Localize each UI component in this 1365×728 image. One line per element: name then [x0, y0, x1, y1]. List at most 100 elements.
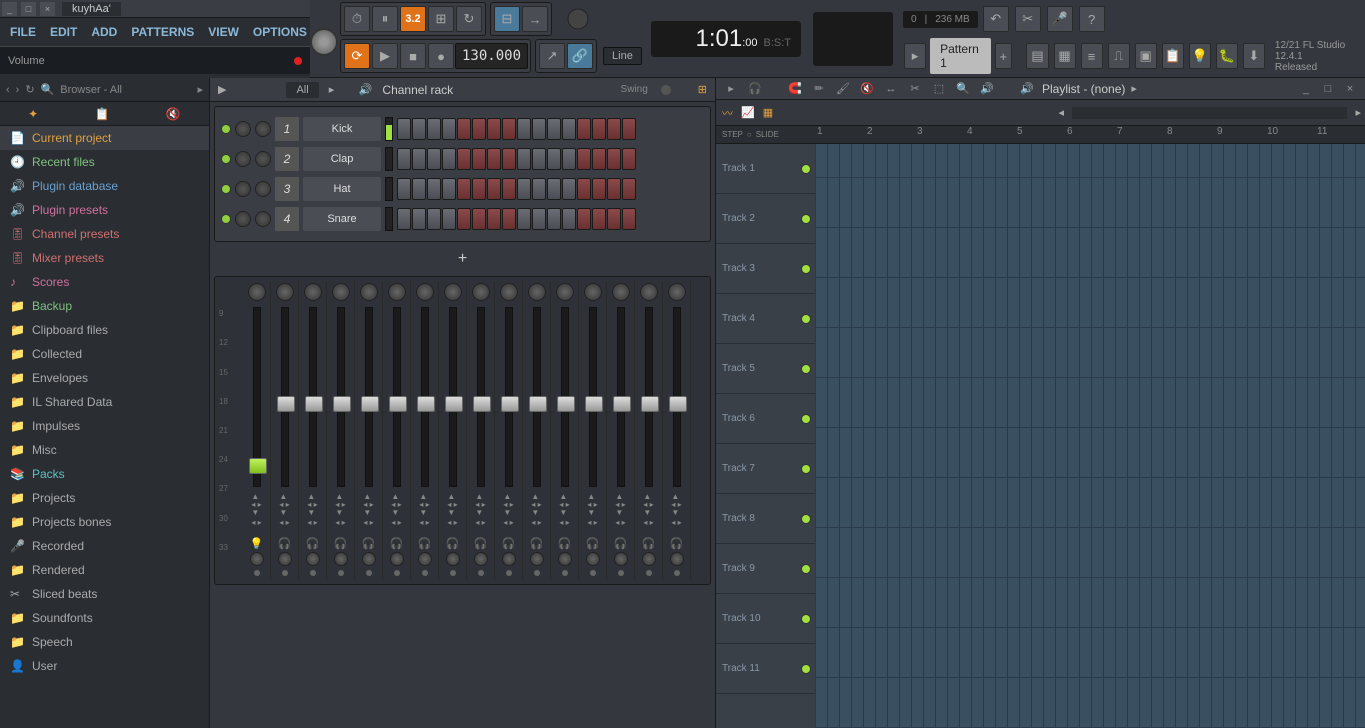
send-knob[interactable] — [558, 552, 572, 566]
master-volume[interactable] — [310, 0, 338, 60]
channel-light[interactable] — [221, 154, 231, 164]
countdown-icon[interactable]: 3.2 — [400, 6, 426, 32]
slice-icon[interactable]: ✂ — [906, 80, 924, 98]
help-icon[interactable]: ? — [1079, 6, 1105, 32]
sidebar-item-user[interactable]: 👤User — [0, 654, 209, 678]
mute-icon[interactable]: 🔇 — [166, 107, 181, 121]
sidebar-item-collected[interactable]: 📁Collected — [0, 342, 209, 366]
channel-name[interactable]: Clap — [303, 147, 381, 171]
collapse-icon[interactable]: ✦ — [28, 107, 38, 121]
idea-icon[interactable]: 💡 — [1189, 43, 1211, 69]
link-dot[interactable] — [310, 570, 316, 576]
step-button[interactable] — [562, 148, 576, 170]
step-button[interactable] — [517, 208, 531, 230]
pattern-icon[interactable]: ▦ — [761, 106, 775, 119]
mixer-knob[interactable] — [444, 283, 462, 301]
solo-icon[interactable]: 💡 — [250, 537, 264, 550]
sidebar-item-scores[interactable]: ♪Scores — [0, 270, 209, 294]
channel-light[interactable] — [221, 184, 231, 194]
speaker-icon[interactable]: 🔊 — [1018, 80, 1036, 98]
browser-view-icon[interactable]: ▣ — [1135, 43, 1157, 69]
snap-selector[interactable]: Line — [603, 47, 642, 65]
mixer-view-icon[interactable]: ⎍ — [1108, 43, 1130, 69]
send-knob[interactable] — [670, 552, 684, 566]
track-header[interactable]: Track 7 — [716, 444, 815, 494]
grid-icon[interactable]: ⊞ — [698, 83, 707, 96]
solo-icon[interactable]: 🎧 — [586, 537, 600, 550]
link-dot[interactable] — [450, 570, 456, 576]
link-icon[interactable]: 🔗 — [567, 43, 593, 69]
mixer-strip[interactable]: ▲◂ ▸▼◂ ▸🎧 — [439, 281, 467, 580]
back-icon[interactable]: ‹ — [6, 84, 10, 96]
sidebar-item-impulses[interactable]: 📁Impulses — [0, 414, 209, 438]
sidebar-item-speech[interactable]: 📁Speech — [0, 630, 209, 654]
send-knob[interactable] — [586, 552, 600, 566]
sidebar-item-projects-bones[interactable]: 📁Projects bones — [0, 510, 209, 534]
step-button[interactable] — [457, 178, 471, 200]
channel-name[interactable]: Kick — [303, 117, 381, 141]
send-knob[interactable] — [334, 552, 348, 566]
mixer-strip[interactable]: ▲◂ ▸▼◂ ▸🎧 — [579, 281, 607, 580]
send-knob[interactable] — [362, 552, 376, 566]
vol-knob[interactable] — [255, 121, 271, 137]
mixer-fader[interactable] — [533, 307, 541, 487]
sidebar-item-backup[interactable]: 📁Backup — [0, 294, 209, 318]
undo-icon[interactable]: ↶ — [983, 6, 1009, 32]
pencil-icon[interactable]: ✏ — [810, 80, 828, 98]
link-dot[interactable] — [506, 570, 512, 576]
playback-icon[interactable]: 🔊 — [978, 80, 996, 98]
scroll-left-icon[interactable]: ◂ — [1059, 106, 1065, 119]
step-button[interactable] — [412, 118, 426, 140]
mixer-fader[interactable] — [337, 307, 345, 487]
pl-close-icon[interactable]: × — [1341, 80, 1359, 98]
send-knob[interactable] — [502, 552, 516, 566]
pan-knob[interactable] — [235, 211, 251, 227]
vol-knob[interactable] — [255, 211, 271, 227]
solo-icon[interactable]: 🎧 — [278, 537, 292, 550]
track-header[interactable]: Track 1 — [716, 144, 815, 194]
track-header[interactable]: Track 8 — [716, 494, 815, 544]
send-knob[interactable] — [306, 552, 320, 566]
mixer-knob[interactable] — [528, 283, 546, 301]
mixer-strip[interactable]: ▲◂ ▸▼◂ ▸🎧 — [411, 281, 439, 580]
step-button[interactable] — [412, 178, 426, 200]
channel-name[interactable]: Snare — [303, 207, 381, 231]
brush-icon[interactable]: 🖌 — [834, 80, 852, 98]
step-button[interactable] — [577, 118, 591, 140]
tools-icon[interactable]: ✂ — [1015, 6, 1041, 32]
step-button[interactable] — [577, 178, 591, 200]
metronome-icon[interactable]: ⏱ — [344, 6, 370, 32]
sidebar-item-plugin-database[interactable]: 🔊Plugin database — [0, 174, 209, 198]
track-header[interactable]: Track 6 — [716, 394, 815, 444]
track-mute[interactable] — [801, 664, 811, 674]
step-button[interactable] — [472, 118, 486, 140]
mixer-fader[interactable] — [477, 307, 485, 487]
track-header[interactable]: Track 9 — [716, 544, 815, 594]
track-header[interactable]: Track 5 — [716, 344, 815, 394]
step-button[interactable] — [547, 208, 561, 230]
mixer-strip[interactable]: ▲◂ ▸▼◂ ▸🎧 — [607, 281, 635, 580]
send-knob[interactable] — [530, 552, 544, 566]
link-dot[interactable] — [646, 570, 652, 576]
send-knob[interactable] — [446, 552, 460, 566]
step-button[interactable] — [592, 208, 606, 230]
swing-knob[interactable] — [658, 83, 688, 97]
track-header[interactable]: Track 4 — [716, 294, 815, 344]
add-pattern-icon[interactable]: + — [995, 43, 1012, 69]
track-mute[interactable] — [801, 414, 811, 424]
step-button[interactable] — [532, 148, 546, 170]
step-button[interactable] — [592, 118, 606, 140]
step-button[interactable] — [532, 208, 546, 230]
prev-pattern-icon[interactable]: ▸ — [904, 43, 926, 69]
mixer-fader[interactable] — [309, 307, 317, 487]
step-button[interactable] — [397, 148, 411, 170]
link-dot[interactable] — [394, 570, 400, 576]
step-button[interactable] — [472, 208, 486, 230]
mixer-fader[interactable] — [449, 307, 457, 487]
sidebar-item-channel-presets[interactable]: 🎚Channel presets — [0, 222, 209, 246]
solo-icon[interactable]: 🎧 — [642, 537, 656, 550]
mixer-knob[interactable] — [640, 283, 658, 301]
channel-number[interactable]: 3 — [275, 177, 299, 201]
menu-add[interactable]: ADD — [85, 21, 123, 43]
mixer-knob[interactable] — [500, 283, 518, 301]
